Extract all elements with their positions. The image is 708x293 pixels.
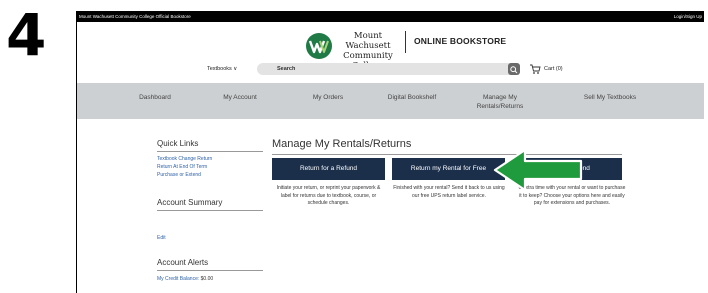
top-bar: Mount Wachusett Community College Offici… bbox=[77, 11, 704, 22]
account-nav: Dashboard My Account My Orders Digital B… bbox=[77, 83, 704, 119]
arrow-pointer-icon bbox=[493, 148, 583, 192]
college-logo-icon[interactable] bbox=[301, 30, 337, 62]
nav-manage-rentals[interactable]: Manage My Rentals/Returns bbox=[472, 93, 528, 111]
credit-balance: My Credit Balance: $0.00 bbox=[157, 276, 213, 282]
account-summary-title: Account Summary bbox=[157, 198, 223, 207]
edit-link[interactable]: Edit bbox=[157, 235, 166, 241]
online-bookstore-title: ONLINE BOOKSTORE bbox=[414, 36, 507, 46]
divider bbox=[157, 151, 263, 152]
logo-divider bbox=[405, 31, 406, 53]
store-name: Mount Wachusett Community College Offici… bbox=[79, 14, 191, 19]
step-number: 4 bbox=[6, 1, 47, 69]
quick-link-purchase-extend[interactable]: Purchase or Extend bbox=[157, 172, 201, 178]
search-icon bbox=[510, 66, 518, 74]
nav-my-orders[interactable]: My Orders bbox=[298, 93, 358, 102]
divider bbox=[157, 270, 263, 271]
browser-page: Mount Wachusett Community College Offici… bbox=[76, 11, 704, 293]
account-alerts-title: Account Alerts bbox=[157, 258, 209, 267]
credit-balance-value: $0.00 bbox=[200, 276, 214, 282]
return-refund-button[interactable]: Return for a Refund bbox=[272, 158, 385, 180]
nav-my-account[interactable]: My Account bbox=[210, 93, 270, 102]
credit-balance-label: My Credit Balance: bbox=[157, 276, 200, 282]
quick-link-end-of-term[interactable]: Return At End Of Term bbox=[157, 164, 207, 170]
college-name-line1: Mount Wachusett bbox=[345, 31, 391, 51]
quick-link-change-return[interactable]: Textbook Change Return bbox=[157, 156, 212, 162]
search-button[interactable] bbox=[508, 63, 520, 75]
nav-digital-bookshelf[interactable]: Digital Bookshelf bbox=[369, 93, 455, 102]
search-input[interactable] bbox=[257, 63, 516, 75]
return-refund-description: Initiate your return, or reprint your pa… bbox=[276, 185, 381, 206]
nav-sell-textbooks[interactable]: Sell My Textbooks bbox=[565, 93, 655, 102]
divider bbox=[157, 210, 263, 211]
search-placeholder: Search bbox=[277, 66, 296, 72]
page-title: Manage My Rentals/Returns bbox=[272, 138, 412, 150]
quick-links-title: Quick Links bbox=[157, 139, 199, 148]
cart-link[interactable]: Cart (0) bbox=[544, 66, 563, 72]
login-link[interactable]: Login/Sign Up bbox=[674, 11, 702, 22]
textbooks-dropdown[interactable]: Textbooks ∨ bbox=[207, 66, 237, 72]
nav-dashboard[interactable]: Dashboard bbox=[125, 93, 185, 102]
cart-icon[interactable] bbox=[529, 63, 541, 75]
